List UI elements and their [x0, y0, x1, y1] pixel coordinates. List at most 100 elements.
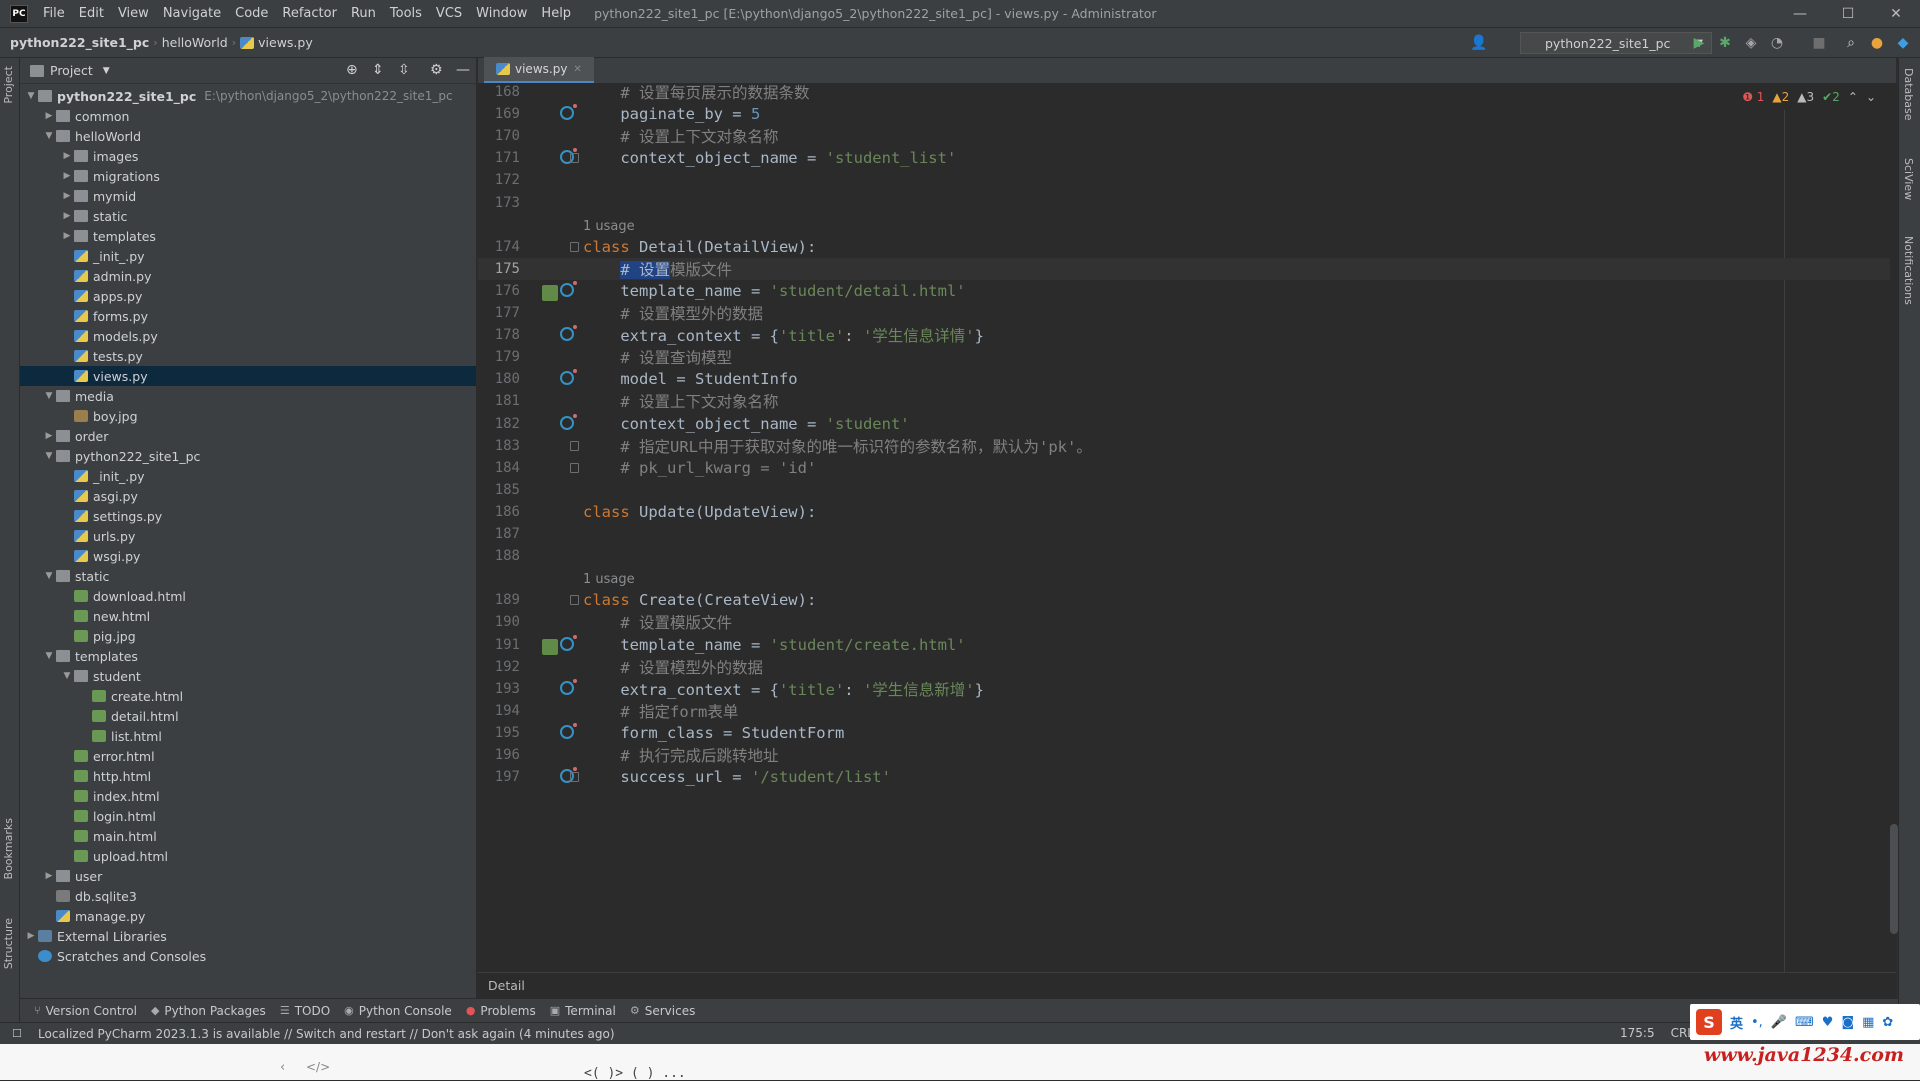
- overrides-icon[interactable]: [560, 634, 577, 651]
- implemented-icon[interactable]: [542, 638, 558, 655]
- tree-item[interactable]: boy.jpg: [20, 406, 476, 426]
- code-line[interactable]: 196 # 执行完成后跳转地址: [478, 744, 1896, 766]
- update-icon[interactable]: ●: [1868, 34, 1886, 52]
- ide-logo-icon[interactable]: ◆: [1894, 34, 1912, 52]
- chevron-right-icon[interactable]: ▶: [60, 151, 74, 161]
- code-line[interactable]: 177 # 设置模型外的数据: [478, 302, 1896, 324]
- keyboard-icon[interactable]: ⌨: [1795, 1015, 1814, 1030]
- code-line[interactable]: 188: [478, 545, 1896, 567]
- tree-item[interactable]: login.html: [20, 806, 476, 826]
- code-line[interactable]: 193 extra_context = {'title': '学生信息新增'}: [478, 678, 1896, 700]
- profile-icon[interactable]: ◔: [1768, 34, 1786, 52]
- tree-item[interactable]: Scratches and Consoles: [20, 946, 476, 966]
- toolbox-icon[interactable]: ▦: [1862, 1015, 1874, 1030]
- code-line[interactable]: 178 extra_context = {'title': '学生信息详情'}: [478, 324, 1896, 346]
- maximize-icon[interactable]: ☐: [1824, 0, 1872, 28]
- coverage-icon[interactable]: ◈: [1742, 34, 1760, 52]
- tree-item[interactable]: urls.py: [20, 526, 476, 546]
- tree-item[interactable]: _init_.py: [20, 466, 476, 486]
- chevron-right-icon[interactable]: ▶: [60, 191, 74, 201]
- code-line[interactable]: 181 # 设置上下文对象名称: [478, 390, 1896, 412]
- code-line[interactable]: 192 # 设置模型外的数据: [478, 656, 1896, 678]
- tree-item[interactable]: upload.html: [20, 846, 476, 866]
- run-configuration-select[interactable]: python222_site1_pc ▼: [1520, 32, 1712, 54]
- tool-services[interactable]: ⚙ Services: [630, 1004, 695, 1018]
- code-line[interactable]: 172: [478, 169, 1896, 191]
- overrides-icon[interactable]: [560, 369, 577, 386]
- menu-item-view[interactable]: View: [111, 0, 156, 28]
- code-line[interactable]: 173: [478, 192, 1896, 214]
- menu-item-refactor[interactable]: Refactor: [275, 0, 344, 28]
- code-line[interactable]: 197 success_url = '/student/list': [478, 766, 1896, 788]
- tree-item[interactable]: ▼ media: [20, 386, 476, 406]
- menu-item-file[interactable]: File: [36, 0, 72, 28]
- tree-item[interactable]: ▼ templates: [20, 646, 476, 666]
- typo-count[interactable]: ✔2: [1822, 90, 1840, 104]
- breadcrumb-folder[interactable]: helloWorld: [158, 35, 232, 50]
- menu-item-help[interactable]: Help: [534, 0, 578, 28]
- fold-marker-icon[interactable]: [570, 462, 579, 473]
- menu-item-run[interactable]: Run: [344, 0, 383, 28]
- usage-hint[interactable]: 1 usage: [583, 219, 635, 234]
- code-line[interactable]: 175 # 设置模版文件: [478, 257, 1896, 280]
- tree-item[interactable]: ▼ static: [20, 566, 476, 586]
- close-icon[interactable]: ✕: [1872, 0, 1920, 28]
- tool-python-packages[interactable]: ◆ Python Packages: [151, 1004, 266, 1018]
- stop-icon[interactable]: ■: [1810, 34, 1828, 52]
- menu-item-edit[interactable]: Edit: [72, 0, 111, 28]
- fold-marker-icon[interactable]: [570, 241, 579, 252]
- chevron-right-icon[interactable]: ▶: [60, 171, 74, 181]
- code-icon[interactable]: </>: [306, 1060, 330, 1074]
- tool-python-console[interactable]: ◉ Python Console: [344, 1004, 452, 1018]
- tab-views-py[interactable]: views.py ✕: [484, 57, 594, 83]
- tree-item[interactable]: ▶ user: [20, 866, 476, 886]
- tree-item[interactable]: pig.jpg: [20, 626, 476, 646]
- tree-item[interactable]: detail.html: [20, 706, 476, 726]
- tree-item[interactable]: models.py: [20, 326, 476, 346]
- status-message[interactable]: Localized PyCharm 2023.1.3 is available …: [38, 1027, 615, 1041]
- layout-icon[interactable]: ☐: [12, 1027, 22, 1040]
- code-line[interactable]: 186 class Update(UpdateView):: [478, 501, 1896, 523]
- breadcrumb-class[interactable]: Detail: [488, 978, 525, 993]
- tree-item[interactable]: ▶ order: [20, 426, 476, 446]
- tree-item[interactable]: manage.py: [20, 906, 476, 926]
- chevron-right-icon[interactable]: ▶: [24, 931, 38, 941]
- ime-language[interactable]: 英: [1730, 1013, 1743, 1032]
- warning-count[interactable]: ▲2: [1772, 90, 1789, 104]
- menu-item-code[interactable]: Code: [228, 0, 275, 28]
- chevron-down-icon[interactable]: ▼: [24, 91, 38, 101]
- code-line[interactable]: 185: [478, 479, 1896, 501]
- tree-item[interactable]: list.html: [20, 726, 476, 746]
- skin-icon[interactable]: ♥: [1822, 1015, 1834, 1030]
- caret-position[interactable]: 175:5: [1620, 1026, 1655, 1040]
- tree-item[interactable]: http.html: [20, 766, 476, 786]
- overrides-icon[interactable]: [560, 722, 577, 739]
- tree-item[interactable]: download.html: [20, 586, 476, 606]
- menu-item-tools[interactable]: Tools: [383, 0, 429, 28]
- sogou-logo-icon[interactable]: S: [1696, 1009, 1722, 1035]
- tool-terminal[interactable]: ▣ Terminal: [550, 1004, 616, 1018]
- error-count[interactable]: ❶ 1: [1742, 90, 1764, 104]
- tree-item[interactable]: ▼ student: [20, 666, 476, 686]
- code-line[interactable]: 180 model = StudentInfo: [478, 368, 1896, 390]
- tree-item[interactable]: error.html: [20, 746, 476, 766]
- user-icon[interactable]: 👤: [1470, 34, 1488, 52]
- hide-icon[interactable]: —: [456, 62, 470, 78]
- code-line[interactable]: 189 class Create(CreateView):: [478, 589, 1896, 611]
- minimize-icon[interactable]: —: [1776, 0, 1824, 28]
- code-line[interactable]: 195 form_class = StudentForm: [478, 722, 1896, 744]
- chevron-down-icon[interactable]: ▼: [42, 131, 56, 141]
- code-line[interactable]: 168 # 设置每页展示的数据条数: [478, 81, 1896, 103]
- tree-item[interactable]: tests.py: [20, 346, 476, 366]
- chevron-down-icon[interactable]: ▼: [42, 451, 56, 461]
- tree-item[interactable]: ▼ helloWorld: [20, 126, 476, 146]
- punctuation-icon[interactable]: •,: [1751, 1015, 1763, 1030]
- code-line[interactable]: 176 template_name = 'student/detail.html…: [478, 280, 1896, 302]
- expand-all-icon[interactable]: ⇕: [372, 62, 384, 78]
- notifications-tool-tab[interactable]: Notifications: [1902, 236, 1915, 305]
- editor-scrollbar[interactable]: [1890, 84, 1898, 934]
- chevron-down-icon[interactable]: ▼: [60, 671, 74, 681]
- tree-item[interactable]: index.html: [20, 786, 476, 806]
- inspection-widget[interactable]: ❶ 1 ▲2 ▲3 ✔2 ⌃ ⌄: [1742, 90, 1876, 104]
- chevron-down-icon[interactable]: ▼: [103, 66, 110, 76]
